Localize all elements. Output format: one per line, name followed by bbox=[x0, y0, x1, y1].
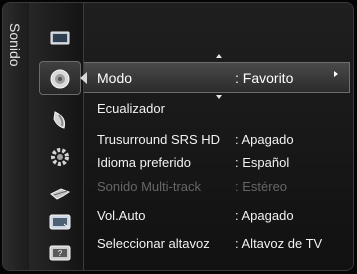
menu-item-label: Trusurround SRS HD bbox=[97, 132, 221, 147]
sound-menu-icon[interactable] bbox=[49, 69, 71, 89]
menu-item-sonido-multi-track: Sonido Multi-track : Estéreo bbox=[97, 177, 351, 197]
support-menu-icon[interactable]: ? bbox=[49, 244, 71, 262]
menu-item-value: : Apagado bbox=[235, 208, 294, 223]
menu-item-label: Seleccionar altavoz bbox=[97, 236, 210, 251]
selected-row-highlight: Modo : Favorito bbox=[80, 62, 351, 93]
menu-item-label: Idioma preferido bbox=[97, 155, 191, 170]
menu-item-value: : Altavoz de TV bbox=[235, 236, 323, 251]
application-menu-icon[interactable] bbox=[49, 213, 71, 231]
menu-item-ecualizador[interactable]: Ecualizador bbox=[97, 99, 351, 119]
menu-item-label: Vol.Auto bbox=[97, 208, 146, 223]
menu-item-vol-auto[interactable]: Vol.Auto : Apagado bbox=[97, 206, 351, 226]
menu-item-label: Modo bbox=[97, 70, 133, 86]
setup-menu-icon[interactable] bbox=[49, 148, 71, 166]
menu-item-label: Sonido Multi-track bbox=[97, 179, 202, 194]
section-title: Sonido bbox=[7, 23, 23, 67]
menu-item-seleccionar-altavoz[interactable]: Seleccionar altavoz : Altavoz de TV bbox=[97, 234, 351, 254]
input-menu-icon[interactable] bbox=[49, 185, 71, 203]
menu-category-column: ? bbox=[29, 3, 84, 270]
menu-item-idioma-preferido[interactable]: Idioma preferido : Español bbox=[97, 153, 351, 173]
sound-menu-window: Sonido ? Modo: Favorito Ecualizador Tru… bbox=[2, 2, 354, 271]
picture-menu-icon[interactable] bbox=[49, 29, 71, 47]
channel-menu-icon[interactable] bbox=[49, 111, 71, 129]
menu-item-value: : Estéreo bbox=[235, 179, 288, 194]
scroll-up-arrow-icon bbox=[216, 54, 222, 58]
section-label-panel: Sonido bbox=[3, 3, 29, 270]
submenu-arrow-icon bbox=[334, 71, 338, 77]
selection-pointer-icon bbox=[80, 72, 87, 84]
menu-item-value: : Apagado bbox=[235, 132, 294, 147]
menu-item-label: Ecualizador bbox=[97, 101, 165, 116]
menu-item-value: : Favorito bbox=[235, 70, 294, 86]
menu-item-modo[interactable]: Modo : Favorito bbox=[97, 68, 351, 88]
menu-item-trusurround[interactable]: Trusurround SRS HD : Apagado bbox=[97, 130, 351, 150]
menu-options-panel: Modo : Favorito Ecualizador Trusurround … bbox=[80, 3, 353, 270]
menu-item-value: : Español bbox=[235, 155, 290, 170]
svg-text:?: ? bbox=[58, 249, 63, 258]
